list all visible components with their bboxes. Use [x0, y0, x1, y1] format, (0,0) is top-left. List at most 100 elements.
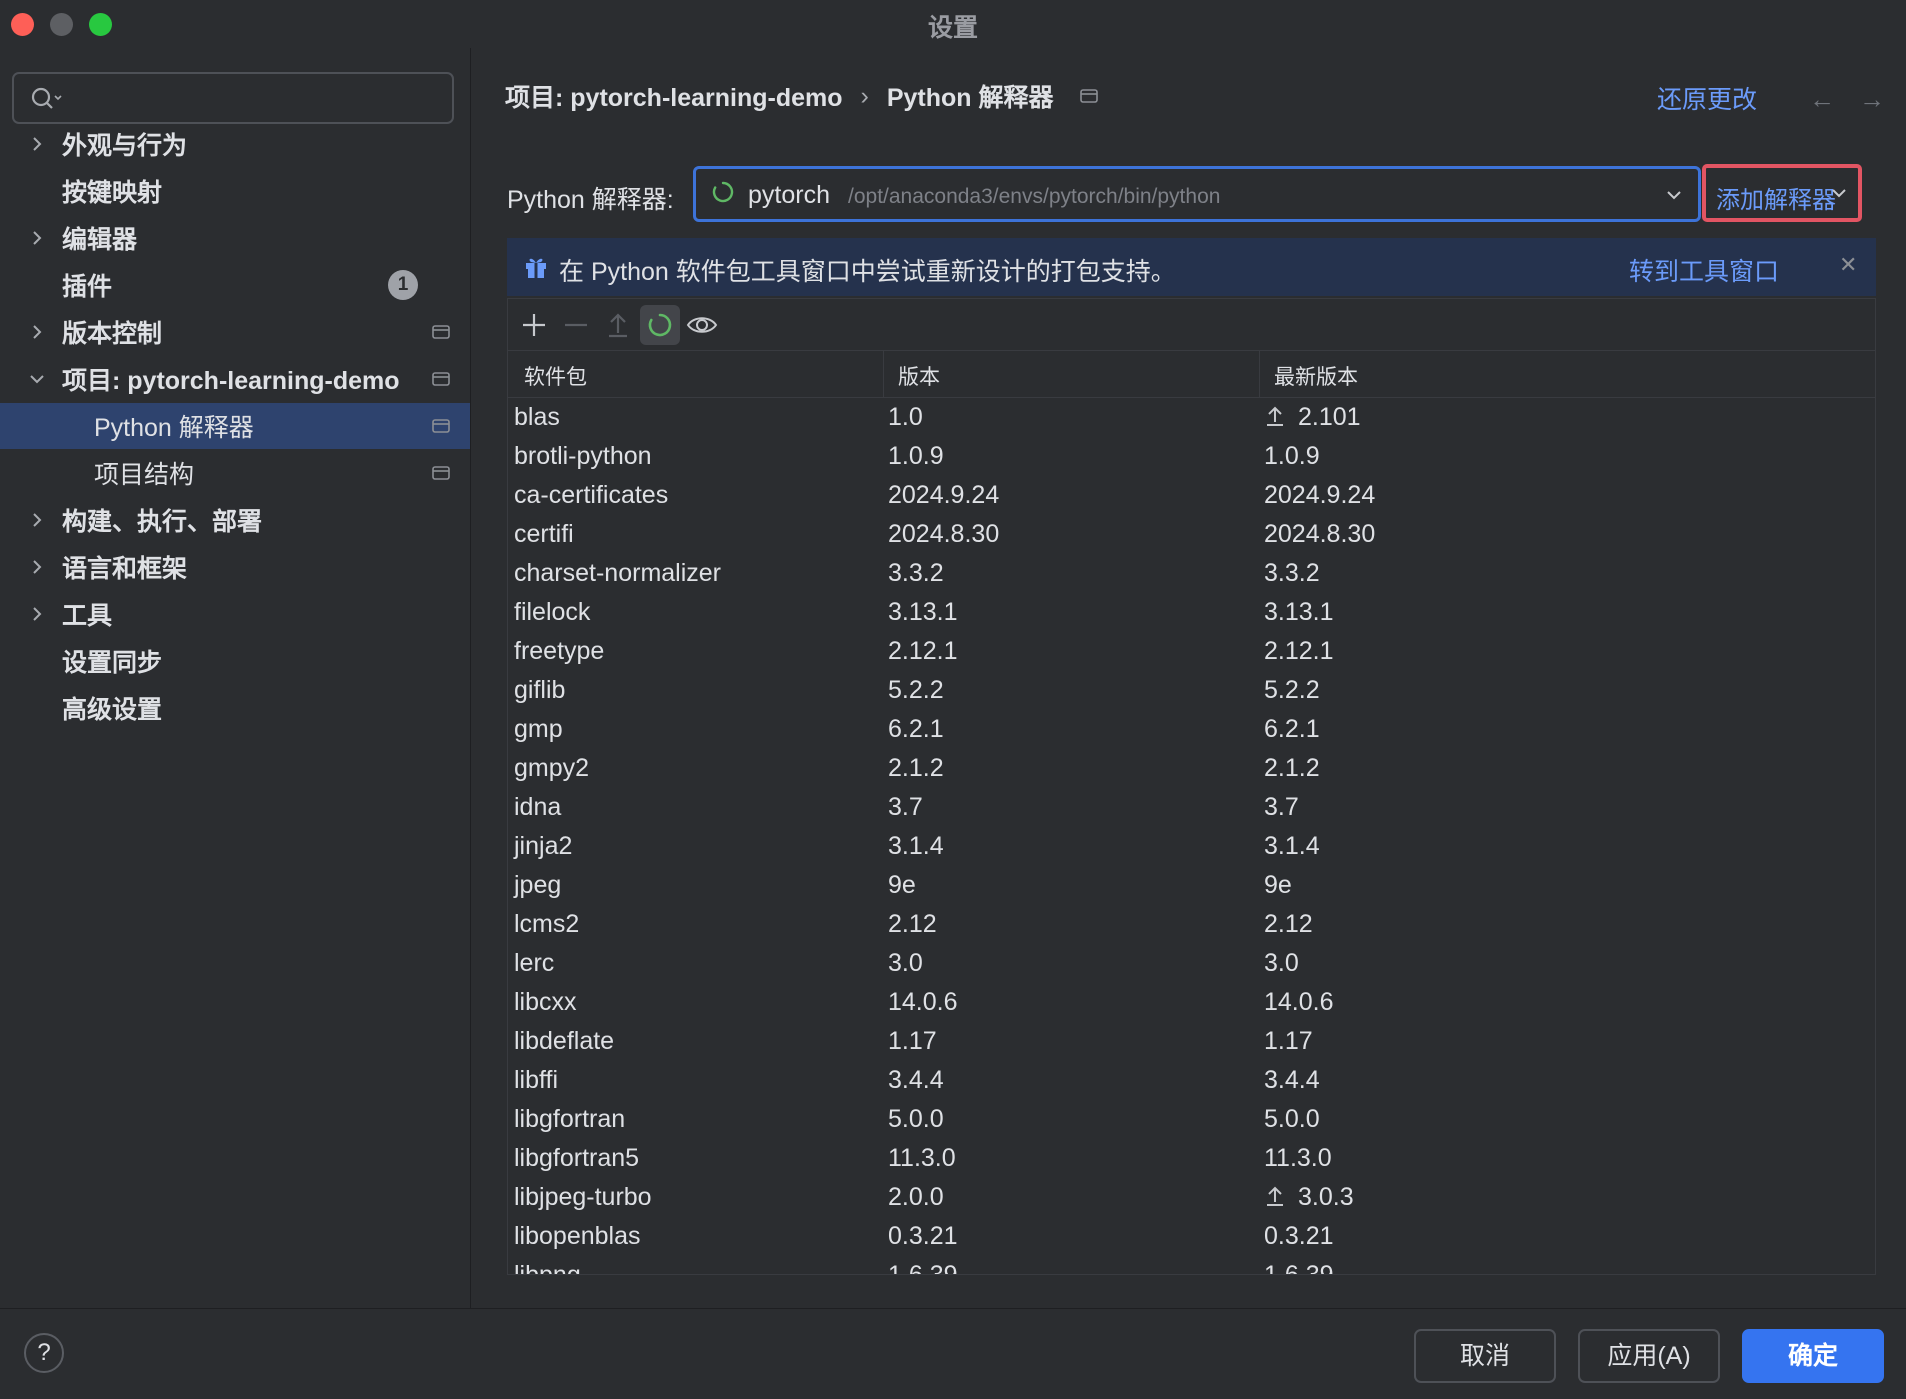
table-row[interactable]: lcms2 2.12 2.12	[508, 904, 1875, 943]
latest-version-text: 9e	[1264, 871, 1292, 899]
sidebar-item[interactable]: 按键映射	[0, 168, 470, 214]
column-divider[interactable]	[1259, 351, 1260, 397]
table-row[interactable]: libgfortran5 11.3.0 11.3.0	[508, 1138, 1875, 1177]
table-row[interactable]: lerc 3.0 3.0	[508, 943, 1875, 982]
package-latest-version: 2024.8.30	[1264, 520, 1375, 549]
table-row[interactable]: freetype 2.12.1 2.12.1	[508, 631, 1875, 670]
sidebar-item[interactable]: 编辑器	[0, 215, 470, 261]
plus-icon[interactable]	[514, 305, 554, 345]
sidebar-item[interactable]: 语言和框架	[0, 544, 470, 590]
column-header-package[interactable]: 软件包	[524, 361, 587, 391]
sidebar-item[interactable]: 项目结构	[0, 450, 470, 496]
eye-icon[interactable]	[682, 305, 722, 345]
sidebar-item[interactable]: 高级设置	[0, 685, 470, 731]
sidebar-item[interactable]: 设置同步	[0, 638, 470, 684]
sidebar-item[interactable]: 版本控制	[0, 309, 470, 355]
help-button[interactable]: ?	[24, 1333, 64, 1373]
upgrade-icon[interactable]	[598, 305, 638, 345]
forward-arrow-icon[interactable]: →	[1859, 84, 1885, 115]
interpreter-label: Python 解释器:	[507, 186, 674, 214]
package-latest-version: 3.7	[1264, 793, 1299, 822]
sidebar-item[interactable]: Python 解释器	[0, 403, 470, 449]
breadcrumb-project[interactable]: 项目: pytorch-learning-demo	[505, 78, 843, 114]
table-row[interactable]: ca-certificates 2024.9.24 2024.9.24	[508, 475, 1875, 514]
package-latest-version: 3.4.4	[1264, 1066, 1320, 1095]
sidebar-item[interactable]: 外观与行为	[0, 121, 470, 167]
package-name: libcxx	[514, 988, 577, 1016]
revert-changes-link[interactable]: 还原更改	[1657, 80, 1757, 116]
close-icon[interactable]: ✕	[1839, 252, 1857, 278]
interpreter-select[interactable]: pytorch /opt/anaconda3/envs/pytorch/bin/…	[693, 166, 1701, 222]
sidebar-item-label: 版本控制	[62, 320, 163, 348]
table-row[interactable]: libgfortran 5.0.0 5.0.0	[508, 1099, 1875, 1138]
chevron-right-icon[interactable]	[26, 227, 48, 249]
chevron-right-icon[interactable]	[26, 509, 48, 531]
package-version: 2024.8.30	[888, 520, 1000, 548]
upgrade-available-icon	[1267, 1186, 1283, 1206]
loading-spinner-icon	[712, 181, 734, 203]
table-row[interactable]: gmpy2 2.1.2 2.1.2	[508, 748, 1875, 787]
package-name: ca-certificates	[514, 481, 669, 509]
chevron-down-icon[interactable]	[26, 368, 48, 390]
banner-text: 在 Python 软件包工具窗口中尝试重新设计的打包支持。	[559, 258, 1176, 286]
table-row[interactable]: idna 3.7 3.7	[508, 787, 1875, 826]
chevron-right-icon[interactable]	[26, 603, 48, 625]
breadcrumb: 项目: pytorch-learning-demo › Python 解释器	[505, 78, 1098, 114]
add-interpreter-button[interactable]: 添加解释器	[1702, 164, 1862, 222]
package-latest-version: 5.0.0	[1264, 1105, 1320, 1134]
chevron-right-icon[interactable]	[26, 556, 48, 578]
sidebar-item[interactable]: 工具	[0, 591, 470, 637]
back-arrow-icon[interactable]: ←	[1809, 84, 1835, 115]
table-row[interactable]: brotli-python 1.0.9 1.0.9	[508, 436, 1875, 475]
sidebar-item[interactable]: 构建、执行、部署	[0, 497, 470, 543]
chevron-right-icon[interactable]	[26, 133, 48, 155]
sidebar-item-label: 工具	[62, 602, 113, 630]
package-latest-version: 2024.9.24	[1264, 481, 1375, 510]
package-latest-version: 2.12	[1264, 910, 1313, 939]
minus-icon[interactable]	[556, 305, 596, 345]
ok-button[interactable]: 确定	[1742, 1329, 1884, 1383]
table-row[interactable]: blas 1.0 2.101	[508, 397, 1875, 436]
latest-version-text: 3.13.1	[1264, 598, 1334, 626]
package-version: 1.17	[888, 1027, 937, 1055]
cancel-button[interactable]: 取消	[1414, 1329, 1556, 1383]
settings-sidebar: 外观与行为 按键映射 编辑器 插件 1 版本控制项目: pytorch-learning-…	[0, 48, 471, 1308]
packages-table: 软件包 版本 最新版本 blas 1.0 2.101 brotli-python 1.0…	[507, 350, 1876, 1275]
table-row[interactable]: libdeflate 1.17 1.17	[508, 1021, 1875, 1060]
table-row[interactable]: certifi 2024.8.30 2024.8.30	[508, 514, 1875, 553]
column-header-latest[interactable]: 最新版本	[1274, 361, 1358, 391]
table-row[interactable]: filelock 3.13.1 3.13.1	[508, 592, 1875, 631]
package-name: jpeg	[514, 871, 562, 899]
latest-version-text: 2.12	[1264, 910, 1313, 938]
column-divider[interactable]	[883, 351, 884, 397]
table-row[interactable]: libpng 1.6.39 1.6.39	[508, 1255, 1875, 1274]
table-row[interactable]: gmp 6.2.1 6.2.1	[508, 709, 1875, 748]
table-row[interactable]: jpeg 9e 9e	[508, 865, 1875, 904]
search-input[interactable]	[12, 72, 454, 124]
package-name: libopenblas	[514, 1222, 641, 1250]
package-latest-version: 11.3.0	[1264, 1144, 1332, 1173]
apply-button[interactable]: 应用(A)	[1578, 1329, 1720, 1383]
package-version: 3.0	[888, 949, 923, 977]
sidebar-item[interactable]: 项目: pytorch-learning-demo	[0, 356, 470, 402]
table-row[interactable]: libffi 3.4.4 3.4.4	[508, 1060, 1875, 1099]
table-row[interactable]: charset-normalizer 3.3.2 3.3.2	[508, 553, 1875, 592]
sidebar-item[interactable]: 插件 1	[0, 262, 470, 308]
table-row[interactable]: jinja2 3.1.4 3.1.4	[508, 826, 1875, 865]
sidebar-item-label: 项目: pytorch-learning-demo	[62, 367, 400, 395]
go-to-tool-window-link[interactable]: 转到工具窗口	[1629, 252, 1779, 288]
project-scope-icon	[432, 325, 450, 339]
table-row[interactable]: libcxx 14.0.6 14.0.6	[508, 982, 1875, 1021]
package-latest-version: 1.17	[1264, 1027, 1313, 1056]
chevron-right-icon[interactable]	[26, 321, 48, 343]
column-header-version[interactable]: 版本	[898, 361, 940, 391]
project-scope-icon	[1079, 89, 1098, 103]
refresh-icon[interactable]	[640, 305, 680, 345]
table-row[interactable]: libjpeg-turbo 2.0.0 3.0.3	[508, 1177, 1875, 1216]
table-row[interactable]: giflib 5.2.2 5.2.2	[508, 670, 1875, 709]
latest-version-text: 3.3.2	[1264, 559, 1320, 587]
package-latest-version: 2.1.2	[1264, 754, 1320, 783]
package-name: libgfortran5	[514, 1144, 640, 1172]
table-row[interactable]: libopenblas 0.3.21 0.3.21	[508, 1216, 1875, 1255]
package-version: 3.13.1	[888, 598, 958, 626]
